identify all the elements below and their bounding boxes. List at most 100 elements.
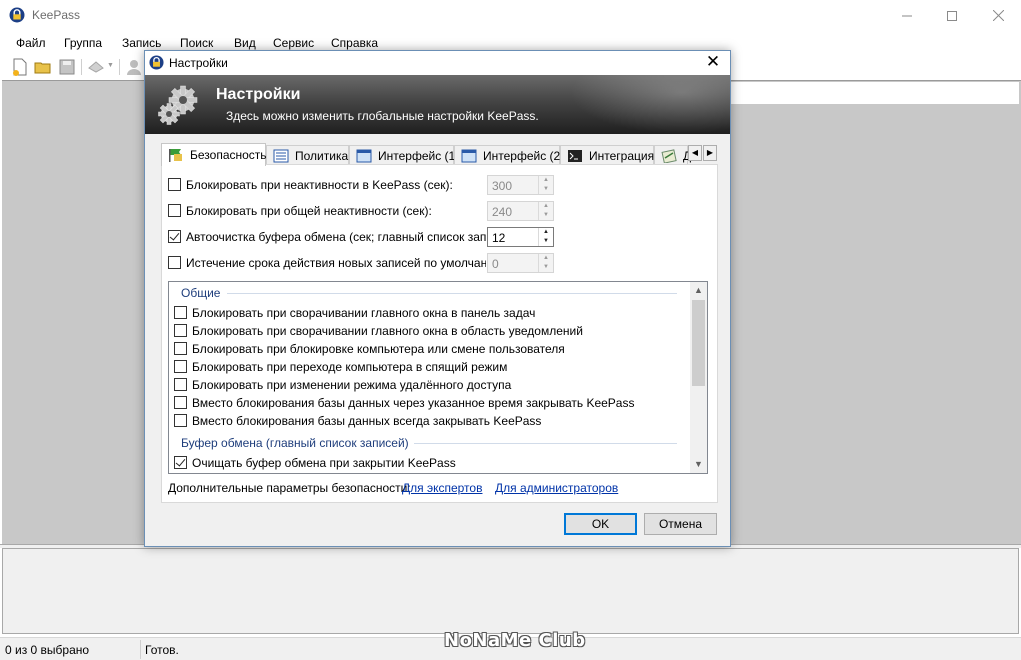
- link-for-experts[interactable]: Для экспертов: [402, 481, 482, 495]
- scrollbar-thumb[interactable]: [692, 300, 705, 386]
- dialog-titlebar: Настройки ✕: [145, 51, 730, 75]
- tab-security[interactable]: Безопасность: [161, 143, 267, 166]
- dialog-banner: Настройки Здесь можно изменить глобальны…: [145, 75, 730, 134]
- option-label: Истечение срока действия новых записей п…: [186, 256, 486, 270]
- spin-down-icon[interactable]: ▼: [539, 237, 553, 246]
- tab-policy[interactable]: Политика: [266, 145, 349, 165]
- option-label: Блокировать при блокировке компьютера ил…: [192, 342, 565, 356]
- spin-value: 12: [492, 231, 506, 245]
- tab-scroll-right[interactable]: ▶: [703, 145, 717, 161]
- checkbox-general-option[interactable]: [174, 306, 187, 319]
- entries-list-header[interactable]: [730, 82, 1019, 105]
- tab-integration[interactable]: Интеграция: [560, 145, 654, 165]
- minimize-button[interactable]: [884, 0, 930, 31]
- chevron-left-icon: ◀: [691, 148, 699, 157]
- toolbar-separator: [81, 59, 82, 75]
- spin-up-icon[interactable]: ▲: [539, 254, 553, 263]
- spin-value: 240: [492, 205, 513, 219]
- menu-help[interactable]: Справка: [331, 36, 378, 50]
- entry-preview-pane: [2, 548, 1019, 634]
- security-flag-icon: [169, 149, 182, 162]
- window-icon: [356, 149, 372, 162]
- group-header-clipboard: Буфер обмена (главный список записей): [181, 436, 409, 450]
- banner-glow: [570, 75, 730, 134]
- tab-interface-2[interactable]: Интерфейс (2): [454, 145, 564, 165]
- option-label: Блокировать при переходе компьютера в сп…: [192, 360, 508, 374]
- group-divider: [414, 443, 677, 444]
- checkbox-entry-expiry[interactable]: [168, 256, 181, 269]
- menu-find[interactable]: Поиск: [180, 36, 213, 50]
- minimize-icon: [902, 15, 912, 16]
- spin-down-icon[interactable]: ▼: [539, 185, 553, 194]
- group-tree-pane[interactable]: [2, 82, 145, 544]
- menu-file[interactable]: Файл: [16, 36, 46, 50]
- cancel-button[interactable]: Отмена: [644, 513, 717, 535]
- lock-keepass-idle-seconds[interactable]: 300 ▲ ▼: [487, 175, 554, 195]
- scroll-down-icon[interactable]: ▼: [690, 456, 707, 473]
- ok-button[interactable]: OK: [564, 513, 637, 535]
- checkbox-general-option[interactable]: [174, 360, 187, 373]
- checkbox-general-option[interactable]: [174, 342, 187, 355]
- dialog-close-button[interactable]: ✕: [702, 52, 724, 74]
- tab-strip: Безопасность Политика Интерфейс (1) Инте…: [145, 143, 730, 166]
- menu-entry[interactable]: Запись: [122, 36, 161, 50]
- clipboard-clear-seconds[interactable]: 12 ▲ ▼: [487, 227, 554, 247]
- main-titlebar: KeePass: [0, 0, 1021, 31]
- advanced-icon: [661, 148, 677, 163]
- close-icon: [992, 10, 1004, 21]
- option-label: Очищать буфер обмена при закрытии KeePas…: [192, 456, 456, 470]
- checkbox-general-option[interactable]: [174, 414, 187, 427]
- tab-label: Интерфейс (1): [378, 148, 460, 163]
- entry-expiry-days[interactable]: 0 ▲ ▼: [487, 253, 554, 273]
- security-options-list[interactable]: Общие Блокировать при сворачивании главн…: [168, 281, 708, 474]
- options-scrollbar[interactable]: ▲ ▼: [690, 282, 707, 473]
- gears-icon: [158, 85, 198, 125]
- tab-label: Интеграция: [589, 148, 655, 163]
- tab-interface-1[interactable]: Интерфейс (1): [349, 145, 459, 165]
- spin-up-icon[interactable]: ▲: [539, 176, 553, 185]
- user-icon[interactable]: [125, 58, 143, 76]
- option-label: Вместо блокирования базы данных всегда з…: [192, 414, 542, 428]
- group-header-general: Общие: [181, 286, 221, 300]
- new-database-icon[interactable]: [11, 58, 29, 76]
- tab-label: Политика: [295, 148, 349, 163]
- maximize-button[interactable]: [929, 0, 975, 31]
- open-database-icon[interactable]: [34, 58, 52, 76]
- checkbox-general-option[interactable]: [174, 324, 187, 337]
- policy-list-icon: [273, 149, 289, 162]
- option-label: Блокировать при сворачивании главного ок…: [192, 324, 583, 338]
- spin-buttons: ▲ ▼: [538, 254, 553, 272]
- checkbox-general-option[interactable]: [174, 378, 187, 391]
- window-icon: [461, 149, 477, 162]
- tab-advanced[interactable]: Д: [654, 145, 691, 165]
- add-entry-icon[interactable]: [87, 58, 105, 76]
- spin-down-icon[interactable]: ▼: [539, 263, 553, 272]
- spin-up-icon[interactable]: ▲: [539, 202, 553, 211]
- spin-buttons: ▲ ▼: [538, 228, 553, 246]
- menu-view[interactable]: Вид: [234, 36, 256, 50]
- scroll-up-icon[interactable]: ▲: [690, 282, 707, 299]
- checkbox-lock-global-idle[interactable]: [168, 204, 181, 217]
- entries-list[interactable]: [730, 106, 1019, 544]
- option-label: Блокировать при изменении режима удалённ…: [192, 378, 512, 392]
- checkbox-lock-keepass-idle[interactable]: [168, 178, 181, 191]
- spin-value: 300: [492, 179, 513, 193]
- status-selection: 0 из 0 выбрано: [5, 643, 90, 657]
- chevron-down-icon[interactable]: ▼: [107, 62, 114, 69]
- checkbox-general-option[interactable]: [174, 396, 187, 409]
- checkbox-clipboard-autoclear[interactable]: [168, 230, 181, 243]
- advanced-security-label: Дополнительные параметры безопасности:: [168, 481, 411, 495]
- lock-global-idle-seconds[interactable]: 240 ▲ ▼: [487, 201, 554, 221]
- terminal-icon: [568, 149, 582, 162]
- banner-subtitle: Здесь можно изменить глобальные настройк…: [226, 109, 539, 123]
- menu-tools[interactable]: Сервис: [273, 36, 314, 50]
- close-window-button[interactable]: [975, 0, 1021, 31]
- link-for-administrators[interactable]: Для администраторов: [495, 481, 618, 495]
- spin-up-icon[interactable]: ▲: [539, 228, 553, 237]
- save-icon[interactable]: [58, 58, 76, 76]
- checkbox-clipboard-option[interactable]: [174, 456, 187, 469]
- menu-group[interactable]: Группа: [64, 36, 102, 50]
- keepass-lock-icon: [149, 55, 164, 70]
- spin-down-icon[interactable]: ▼: [539, 211, 553, 220]
- tab-scroll-left[interactable]: ◀: [688, 145, 702, 161]
